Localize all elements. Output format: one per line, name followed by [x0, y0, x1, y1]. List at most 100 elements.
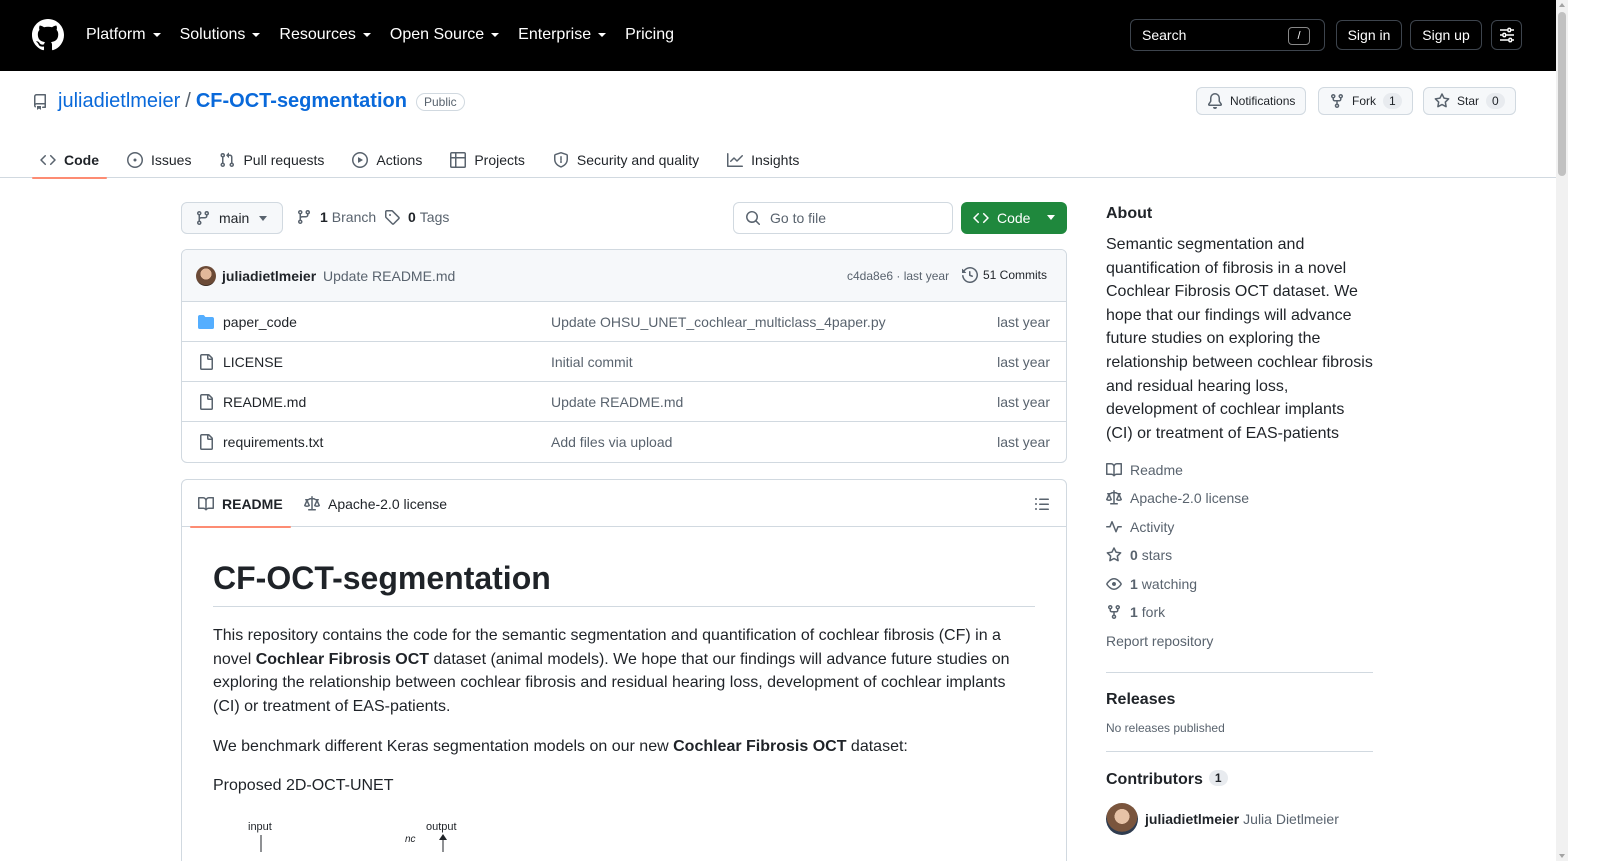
branch-selector[interactable]: main — [181, 202, 283, 234]
git-branch-icon — [297, 210, 310, 225]
github-logo-icon[interactable] — [32, 19, 64, 51]
link-label: stars — [1141, 547, 1173, 564]
readme-link[interactable]: Readme — [1106, 455, 1373, 484]
scroll-up-arrow-icon[interactable] — [1559, 3, 1565, 7]
file-name-link[interactable]: README.md — [223, 394, 306, 410]
nav-solutions[interactable]: Solutions — [180, 24, 262, 46]
nav-enterprise[interactable]: Enterprise — [518, 24, 607, 46]
tab-label: Code — [64, 152, 99, 168]
link-label: Readme — [1130, 461, 1183, 478]
table-row: README.md Update README.md last year — [182, 382, 1066, 422]
contributor-full-name: Julia Dietlmeier — [1243, 810, 1339, 827]
readme-paragraph: We benchmark different Keras segmentatio… — [213, 735, 1035, 759]
tab-actions[interactable]: Actions — [344, 142, 430, 178]
commit-author-link[interactable]: juliadietlmeier — [222, 268, 316, 284]
tab-security[interactable]: Security and quality — [545, 142, 707, 178]
tab-issues[interactable]: Issues — [119, 142, 199, 178]
folder-icon — [198, 315, 214, 329]
chevron-down-icon — [252, 33, 261, 37]
star-button[interactable]: Star 0 — [1423, 87, 1516, 115]
repo-icon — [33, 93, 46, 110]
scrollbar-thumb[interactable] — [1558, 12, 1566, 176]
tags-link[interactable]: 0 Tags — [384, 209, 449, 225]
file-commit-message[interactable]: Update README.md — [551, 394, 683, 410]
nav-label: Open Source — [389, 26, 485, 43]
sign-in-button[interactable]: Sign in — [1336, 20, 1402, 50]
play-circle-icon — [352, 152, 369, 168]
tab-readme[interactable]: README — [190, 480, 291, 528]
forks-link[interactable]: 1 fork — [1106, 598, 1373, 627]
nav-label: Solutions — [179, 26, 246, 43]
branches-link[interactable]: 1 Branch — [296, 209, 376, 225]
report-repository-link[interactable]: Report repository — [1106, 626, 1373, 655]
file-commit-message[interactable]: Initial commit — [551, 354, 633, 370]
file-browser: juliadietlmeier Update README.md c4da8e6… — [181, 249, 1067, 463]
tab-insights[interactable]: Insights — [719, 142, 807, 178]
go-to-file-input[interactable]: Go to file — [733, 202, 953, 234]
repo-title: juliadietlmeier / CF-OCT-segmentation Pu… — [32, 90, 465, 113]
nav-resources[interactable]: Resources — [279, 24, 371, 46]
file-commit-date: last year — [997, 314, 1050, 330]
tag-count: 0 — [408, 209, 416, 225]
fork-button[interactable]: Fork 1 — [1318, 87, 1413, 115]
file-name-link[interactable]: paper_code — [223, 314, 297, 330]
notifications-button[interactable]: Notifications — [1196, 87, 1307, 115]
repo-owner-link[interactable]: juliadietlmeier — [58, 90, 180, 113]
file-commit-message[interactable]: Add files via upload — [551, 434, 672, 450]
nav-label: Enterprise — [518, 26, 592, 43]
page-scrollbar[interactable] — [1556, 0, 1568, 861]
file-name-link[interactable]: LICENSE — [223, 354, 283, 370]
watchers-link[interactable]: 1 watching — [1106, 569, 1373, 598]
tag-label: Tags — [419, 209, 450, 225]
repo-name-link[interactable]: CF-OCT-segmentation — [196, 90, 407, 113]
history-icon — [962, 267, 978, 283]
sign-up-button[interactable]: Sign up — [1410, 20, 1482, 50]
stars-count: 0 — [1130, 547, 1138, 564]
file-commit-message[interactable]: Update OHSU_UNET_cochlear_multiclass_4pa… — [551, 314, 886, 330]
commits-history-link[interactable]: 51 Commits — [962, 267, 1047, 283]
text: dataset: — [846, 737, 908, 755]
contributor-item[interactable]: juliadietlmeier Julia Dietlmeier — [1106, 802, 1373, 835]
about-heading: About — [1106, 205, 1153, 222]
text: We benchmark different Keras segmentatio… — [213, 737, 674, 755]
search-shortcut-key: / — [1288, 27, 1310, 45]
license-link[interactable]: Apache-2.0 license — [1106, 484, 1373, 513]
star-label: Star — [1457, 94, 1480, 108]
star-count: 0 — [1486, 93, 1505, 109]
tab-label: Actions — [376, 152, 423, 168]
caret-down-icon — [259, 216, 267, 221]
tab-pull-requests[interactable]: Pull requests — [211, 142, 332, 178]
file-name-link[interactable]: requirements.txt — [223, 434, 323, 450]
nav-label: Resources — [279, 26, 356, 43]
nav-platform[interactable]: Platform — [86, 24, 162, 46]
commit-message-link[interactable]: Update README.md — [323, 268, 455, 284]
link-label: watching — [1141, 575, 1198, 592]
nav-pricing[interactable]: Pricing — [625, 24, 674, 46]
avatar[interactable] — [1106, 802, 1138, 835]
nav-open-source[interactable]: Open Source — [390, 24, 500, 46]
stars-link[interactable]: 0 stars — [1106, 541, 1373, 570]
releases-title: Releases — [1106, 690, 1176, 708]
tab-license[interactable]: Apache-2.0 license — [304, 480, 447, 527]
avatar[interactable] — [196, 266, 216, 286]
search-button[interactable]: Search / — [1130, 19, 1325, 51]
list-unordered-icon[interactable] — [1034, 496, 1050, 512]
graph-icon — [727, 153, 744, 167]
tab-projects[interactable]: Projects — [442, 142, 533, 178]
commit-hash-date[interactable]: c4da8e6 · last year — [847, 269, 949, 283]
table-row: LICENSE Initial commit last year — [182, 342, 1066, 382]
architecture-diagram: input output nc — [213, 812, 1035, 852]
scroll-down-arrow-icon[interactable] — [1559, 854, 1565, 858]
releases-heading[interactable]: Releases — [1106, 691, 1373, 709]
caret-down-icon — [1047, 215, 1055, 220]
tab-label: Issues — [151, 152, 192, 168]
tab-code[interactable]: Code — [32, 142, 107, 179]
code-dropdown-button[interactable]: Code — [961, 202, 1067, 234]
book-icon — [198, 496, 214, 510]
divider — [1106, 750, 1373, 752]
law-icon — [304, 495, 320, 510]
settings-sliders-icon[interactable] — [1491, 20, 1522, 50]
activity-link[interactable]: Activity — [1106, 512, 1373, 541]
contributors-heading[interactable]: Contributors 1 — [1106, 769, 1373, 789]
readme-title: CF-OCT-segmentation — [213, 560, 1035, 608]
